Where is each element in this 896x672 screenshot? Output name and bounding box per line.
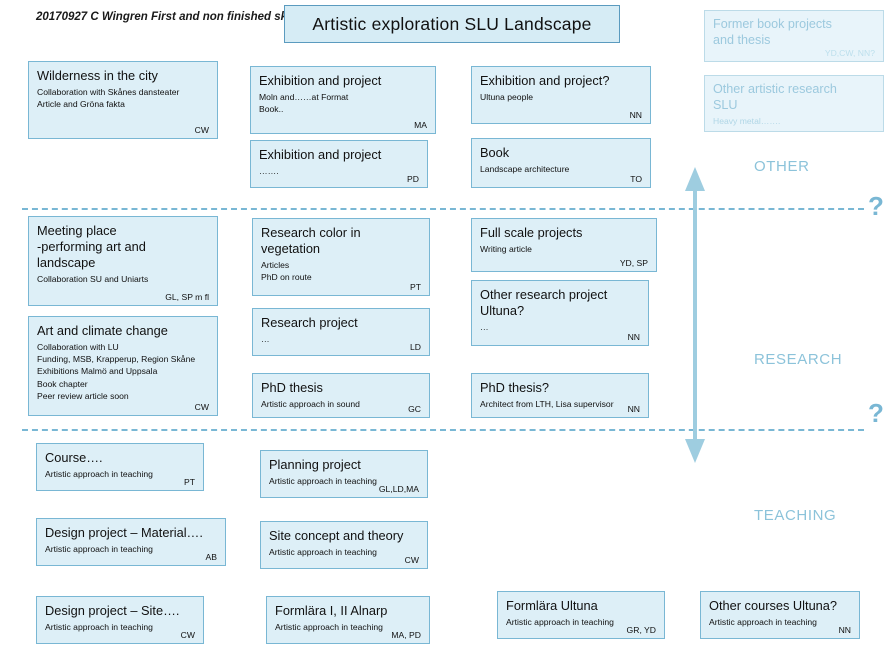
question-mark-upper: ? xyxy=(868,191,884,221)
card-title: Other research project Ultuna? xyxy=(480,287,608,318)
card-course[interactable]: Course…. Artistic approach in teaching PT xyxy=(36,443,204,491)
card-details: Artistic approach in teaching xyxy=(45,621,153,632)
card-initials: GR, YD xyxy=(626,625,656,635)
card-book-landscape-architecture[interactable]: Book Landscape architecture TO xyxy=(471,138,651,188)
card-title: Research project xyxy=(261,315,358,330)
card-details: Architect from LTH, Lisa supervisor xyxy=(480,398,614,409)
card-initials: GL,LD,MA xyxy=(378,484,419,494)
card-details: Collaboration with LU Funding, MSB, Krap… xyxy=(37,341,196,401)
card-phd-thesis-question[interactable]: PhD thesis? Architect from LTH, Lisa supe… xyxy=(471,373,649,418)
card-other-courses-ultuna[interactable]: Other courses Ultuna? Artistic approach i… xyxy=(700,591,860,639)
card-title: Site concept and theory xyxy=(269,528,404,543)
card-title: Design project – Material…. xyxy=(45,525,203,540)
diagram-canvas: 20170927 C Wingren First and non finishe… xyxy=(0,0,896,672)
divider-research-teaching xyxy=(22,429,864,431)
zone-label-research: RESEARCH xyxy=(754,351,843,368)
card-title: PhD thesis? xyxy=(480,380,549,395)
research-span-arrow-icon xyxy=(680,165,710,465)
card-details: Landscape architecture xyxy=(480,163,570,174)
card-details: … xyxy=(480,321,489,332)
card-initials: PT xyxy=(410,282,421,292)
card-design-project-material[interactable]: Design project – Material…. Artistic appr… xyxy=(36,518,226,566)
card-details: Artistic approach in sound xyxy=(261,398,360,409)
card-title: Formlära I, II Alnarp xyxy=(275,603,388,618)
card-full-scale-projects[interactable]: Full scale projects Writing article YD, SP xyxy=(471,218,657,272)
page-title: Artistic exploration SLU Landscape xyxy=(284,5,620,43)
card-initials: CW xyxy=(194,402,209,412)
card-initials: NN xyxy=(627,332,640,342)
card-details: Heavy metal……. xyxy=(713,116,781,127)
card-title: Meeting place -performing art and landsc… xyxy=(37,223,146,270)
card-initials: MA, PD xyxy=(391,630,421,640)
card-details: Artistic approach in teaching xyxy=(45,468,153,479)
card-title: Former book projects and thesis xyxy=(713,17,832,47)
card-phd-thesis-sound[interactable]: PhD thesis Artistic approach in sound GC xyxy=(252,373,430,418)
card-title: Exhibition and project xyxy=(259,147,382,162)
card-title: Wilderness in the city xyxy=(37,68,158,83)
card-details: Articles PhD on route xyxy=(261,259,312,283)
card-details: Artistic approach in teaching xyxy=(269,546,377,557)
card-initials: GC xyxy=(408,404,421,414)
card-exhibition-and-project-ultuna[interactable]: Exhibition and project? Ultuna people NN xyxy=(471,66,651,124)
card-formlara-i-ii-alnarp[interactable]: Formlära I, II Alnarp Artistic approach i… xyxy=(266,596,430,644)
card-initials: TO xyxy=(630,174,642,184)
card-initials: NN xyxy=(629,110,642,120)
card-initials: PD xyxy=(407,174,419,184)
card-initials: MA xyxy=(414,120,427,130)
card-design-project-site[interactable]: Design project – Site…. Artistic approach… xyxy=(36,596,204,644)
card-initials: CW xyxy=(180,630,195,640)
card-initials: CW xyxy=(194,125,209,135)
card-initials: GL, SP m fl xyxy=(165,292,209,302)
card-details: Moln and……at Format Book.. xyxy=(259,91,349,115)
card-details: Writing article xyxy=(480,243,532,254)
card-other-research-project-ultuna[interactable]: Other research project Ultuna? … NN xyxy=(471,280,649,346)
card-research-color-in-vegetation[interactable]: Research color in vegetation Articles PhD… xyxy=(252,218,430,296)
card-initials: CW xyxy=(404,555,419,565)
card-details: Ultuna people xyxy=(480,91,534,102)
card-details: Artistic approach in teaching xyxy=(709,616,817,627)
card-title: Exhibition and project xyxy=(259,73,382,88)
card-details: Collaboration SU and Uniarts xyxy=(37,273,149,284)
card-title: Other courses Ultuna? xyxy=(709,598,838,613)
card-wilderness-in-the-city[interactable]: Wilderness in the city Collaboration with… xyxy=(28,61,218,139)
card-initials: AB xyxy=(205,552,217,562)
card-title: Exhibition and project? xyxy=(480,73,610,88)
card-title: PhD thesis xyxy=(261,380,323,395)
card-initials: LD xyxy=(410,342,421,352)
card-meeting-place-performing-art[interactable]: Meeting place -performing art and landsc… xyxy=(28,216,218,306)
question-mark-lower: ? xyxy=(868,398,884,428)
card-initials: NN xyxy=(838,625,851,635)
card-initials: PT xyxy=(184,477,195,487)
card-initials: YD, SP xyxy=(619,258,648,268)
zone-label-other: OTHER xyxy=(754,158,810,175)
card-site-concept-and-theory[interactable]: Site concept and theory Artistic approach… xyxy=(260,521,428,569)
card-art-and-climate-change[interactable]: Art and climate change Collaboration with… xyxy=(28,316,218,416)
card-exhibition-and-project-pd[interactable]: Exhibition and project ……. PD xyxy=(250,140,428,188)
card-title: Research color in vegetation xyxy=(261,225,361,256)
card-details: … xyxy=(261,333,270,344)
card-initials: YD,CW, NN? xyxy=(824,48,875,58)
card-exhibition-and-project-moln[interactable]: Exhibition and project Moln and……at Forma… xyxy=(250,66,436,134)
card-title: Art and climate change xyxy=(37,323,168,338)
card-title: Planning project xyxy=(269,457,361,472)
card-title: Formlära Ultuna xyxy=(506,598,598,613)
card-former-book-projects[interactable]: Former book projects and thesis YD,CW, NN… xyxy=(704,10,884,62)
card-formlara-ultuna[interactable]: Formlära Ultuna Artistic approach in teac… xyxy=(497,591,665,639)
card-title: Book xyxy=(480,145,510,160)
card-initials: NN xyxy=(627,404,640,414)
card-research-project-ld[interactable]: Research project … LD xyxy=(252,308,430,356)
card-title: Full scale projects xyxy=(480,225,583,240)
divider-other-research xyxy=(22,208,864,210)
card-details: Artistic approach in teaching xyxy=(45,543,153,554)
card-planning-project[interactable]: Planning project Artistic approach in tea… xyxy=(260,450,428,498)
card-details: Collaboration with Skånes dansteater Art… xyxy=(37,86,180,110)
zone-label-teaching: TEACHING xyxy=(754,507,837,524)
card-title: Course…. xyxy=(45,450,103,465)
card-other-artistic-research-slu[interactable]: Other artistic research SLU Heavy metal……… xyxy=(704,75,884,132)
card-details: ……. xyxy=(259,165,279,176)
card-title: Design project – Site…. xyxy=(45,603,180,618)
card-title: Other artistic research SLU xyxy=(713,82,837,112)
